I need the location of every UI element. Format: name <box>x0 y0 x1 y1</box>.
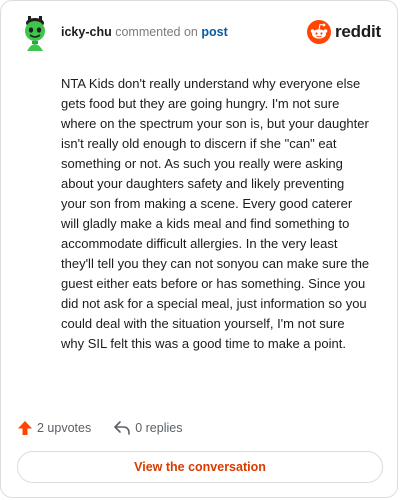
reply-arrow-icon <box>114 421 131 435</box>
replies-count: 0 replies <box>135 421 183 435</box>
reddit-logo-icon <box>306 20 331 44</box>
avatar-icon <box>25 16 45 51</box>
reddit-brand[interactable]: reddit <box>306 20 381 44</box>
view-conversation-button[interactable]: View the conversation <box>17 451 383 483</box>
username[interactable]: icky-chu <box>61 25 112 39</box>
upvotes-count: 2 upvotes <box>37 421 92 435</box>
post-link[interactable]: post <box>201 25 227 39</box>
comment-card: icky-chu commented on post reddit NTA Ki… <box>0 0 398 498</box>
comment-header: icky-chu commented on post reddit <box>19 13 381 53</box>
brand-name: reddit <box>334 22 381 41</box>
comment-meta: icky-chu commented on post <box>61 24 228 40</box>
avatar[interactable] <box>19 13 51 53</box>
replies-button[interactable]: 0 replies <box>113 420 182 436</box>
action-text: commented on <box>115 25 198 39</box>
upvote-arrow-icon <box>18 421 32 435</box>
upvote-button[interactable]: 2 upvotes <box>17 420 91 436</box>
comment-body: NTA Kids don't really understand why eve… <box>61 76 370 351</box>
comment-actions: 2 upvotes 0 replies <box>17 417 204 439</box>
